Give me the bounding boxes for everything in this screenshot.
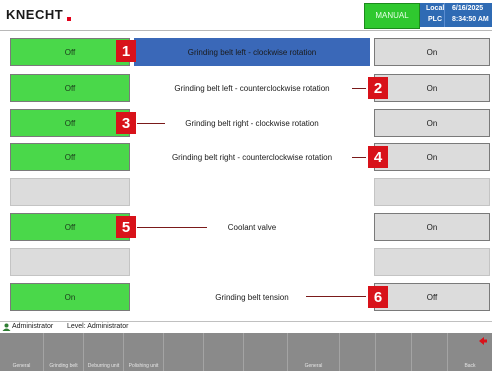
row1-label[interactable]: Grinding belt left - clockwise rotation [134,38,370,66]
row7-left-empty [10,248,130,276]
header-bar: KNECHT MANUAL Local PLC 6/16/2025 8:34:5… [0,0,492,31]
row7-right-empty [374,248,490,276]
row4-badge: 4 [368,146,388,168]
nav-empty-5[interactable] [164,333,204,371]
mode-indicator: MANUAL [364,3,420,29]
row2-badge: 2 [368,77,388,99]
nav-empty-9[interactable] [340,333,376,371]
row3-badge: 3 [116,112,136,134]
row6-on-button[interactable]: On [374,213,490,241]
nav-grinding-belt[interactable]: Grinding belt [44,333,84,371]
row5-right-empty [374,178,490,206]
row1-badge: 1 [116,40,136,62]
user-name: Administrator [12,323,54,330]
user-level: Level: Administrator [67,323,129,330]
time-display: 8:34:50 AM [452,16,489,23]
row6-callout-line [137,227,207,228]
row6-off-button[interactable]: Off [10,213,130,241]
local-label: Local [426,5,445,12]
row2-label[interactable]: Grinding belt left - counterclockwise ro… [134,74,370,102]
row6-badge: 5 [116,216,136,238]
row3-callout-line [137,123,165,124]
nav-general-2[interactable]: General [288,333,340,371]
row5-mid-empty [134,178,370,206]
row4-label[interactable]: Grinding belt right - counterclockwise r… [134,143,370,171]
nav-general[interactable]: General [0,333,44,371]
plc-label: PLC [428,16,442,23]
nav-empty-7[interactable] [244,333,288,371]
nav-deburring-unit[interactable]: Deburring unit [84,333,124,371]
row8-callout-line [306,296,366,297]
row5-left-empty [10,178,130,206]
company-logo: KNECHT [6,7,64,22]
row3-label[interactable]: Grinding belt right - clockwise rotation [134,109,370,137]
row1-off-button[interactable]: Off [10,38,130,66]
row4-callout-line [352,157,366,158]
user-icon [2,323,11,331]
row8-on-button[interactable]: On [10,283,130,311]
row1-on-button[interactable]: On [374,38,490,66]
date-display: 6/16/2025 [452,5,484,12]
logo-dot [67,17,71,21]
user-bar: Administrator Level: Administrator [0,321,492,333]
row2-off-button[interactable]: Off [10,74,130,102]
row3-off-button[interactable]: Off [10,109,130,137]
row4-on-button[interactable]: On [374,143,490,171]
row4-off-button[interactable]: Off [10,143,130,171]
back-arrow-icon [479,337,487,345]
bottom-nav: General Grinding belt Deburring unit Pol… [0,333,492,371]
nav-empty-10[interactable] [376,333,412,371]
status-block: Local PLC 6/16/2025 8:34:50 AM [420,3,492,27]
row8-label[interactable]: Grinding belt tension [134,283,370,311]
row2-on-button[interactable]: On [374,74,490,102]
nav-polishing-unit[interactable]: Polishing unit [124,333,164,371]
row8-badge: 6 [368,286,388,308]
status-divider [444,3,445,27]
row3-on-button[interactable]: On [374,109,490,137]
nav-empty-11[interactable] [412,333,448,371]
row7-mid-empty [134,248,370,276]
row2-callout-line [352,88,366,89]
nav-empty-6[interactable] [204,333,244,371]
row8-off-button[interactable]: Off [374,283,490,311]
